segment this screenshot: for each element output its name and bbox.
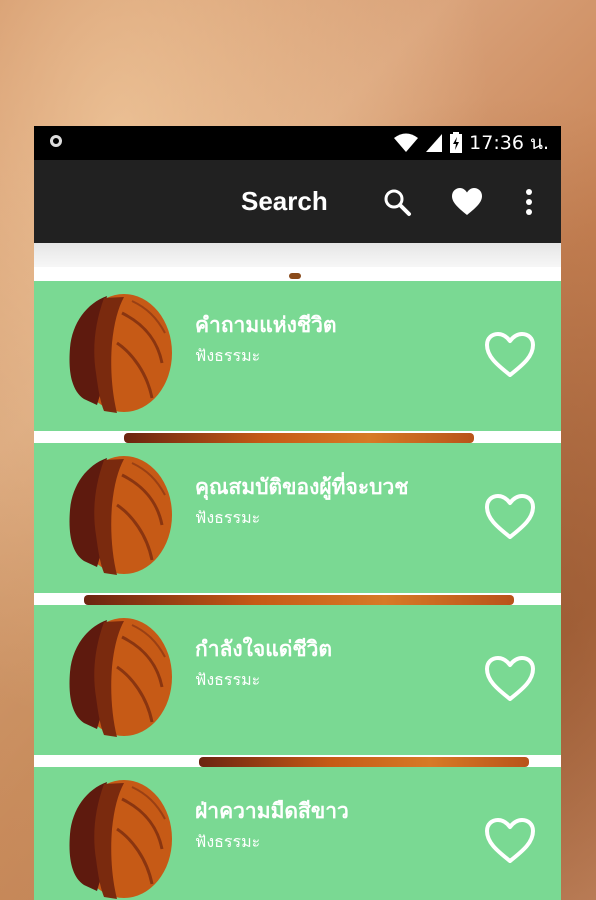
toolbar-title: Search [241, 186, 328, 216]
favorite-button[interactable] [484, 331, 536, 379]
heart-outline-icon [485, 494, 535, 539]
item-subtitle: ฟังธรรมะ [195, 832, 261, 851]
list-item[interactable]: คำถามแห่งชีวิต ฟังธรรมะ [34, 281, 561, 431]
item-title: คุณสมบัติของผู้ที่จะบวช [195, 475, 409, 499]
favorites-button[interactable] [447, 182, 487, 222]
monk-avatar-icon [69, 780, 172, 899]
favorite-button[interactable] [484, 817, 536, 865]
search-icon [384, 189, 411, 216]
monk-avatar-icon [69, 456, 172, 575]
status-time: 17:36 น. [469, 132, 549, 154]
list-divider [34, 593, 561, 605]
list-divider [34, 431, 561, 443]
monk-avatar-icon [69, 618, 172, 737]
list-divider [34, 267, 561, 281]
item-subtitle: ฟังธรรมะ [195, 346, 261, 365]
status-bar-right: 17:36 น. [393, 126, 549, 160]
list-item[interactable]: ฝ่าความมืดสีขาว ฟังธรรมะ [34, 767, 561, 900]
heart-outline-icon [485, 818, 535, 863]
wifi-icon [394, 133, 419, 152]
search-button[interactable] [377, 182, 417, 222]
item-title: กำลังใจแด่ชีวิต [195, 637, 333, 661]
item-subtitle: ฟังธรรมะ [195, 670, 261, 689]
favorite-button[interactable] [484, 493, 536, 541]
item-subtitle: ฟังธรรมะ [195, 508, 261, 527]
heart-icon [452, 188, 482, 215]
toolbar: Search [34, 160, 561, 243]
item-title: คำถามแห่งชีวิต [195, 313, 337, 337]
heart-outline-icon [485, 656, 535, 701]
list-item[interactable]: กำลังใจแด่ชีวิต ฟังธรรมะ [34, 605, 561, 755]
heart-outline-icon [485, 332, 535, 377]
phone-screen: 17:36 น. Search คำถามแห่งชีวิต ฟังธรรมะ … [34, 126, 561, 900]
list-item[interactable]: คุณสมบัติของผู้ที่จะบวช ฟังธรรมะ [34, 443, 561, 593]
item-title: ฝ่าความมืดสีขาว [195, 799, 349, 823]
more-vert-icon [526, 189, 532, 215]
notification-dot-icon [50, 135, 62, 147]
more-options-button[interactable] [509, 182, 549, 222]
signal-icon [426, 134, 443, 152]
result-list[interactable]: คำถามแห่งชีวิต ฟังธรรมะ คุณสมบัติของผู้ท… [34, 243, 561, 900]
battery-charging-icon [450, 132, 463, 153]
status-bar: 17:36 น. [34, 126, 561, 160]
monk-avatar-icon [69, 294, 172, 413]
list-divider [34, 755, 561, 767]
favorite-button[interactable] [484, 655, 536, 703]
